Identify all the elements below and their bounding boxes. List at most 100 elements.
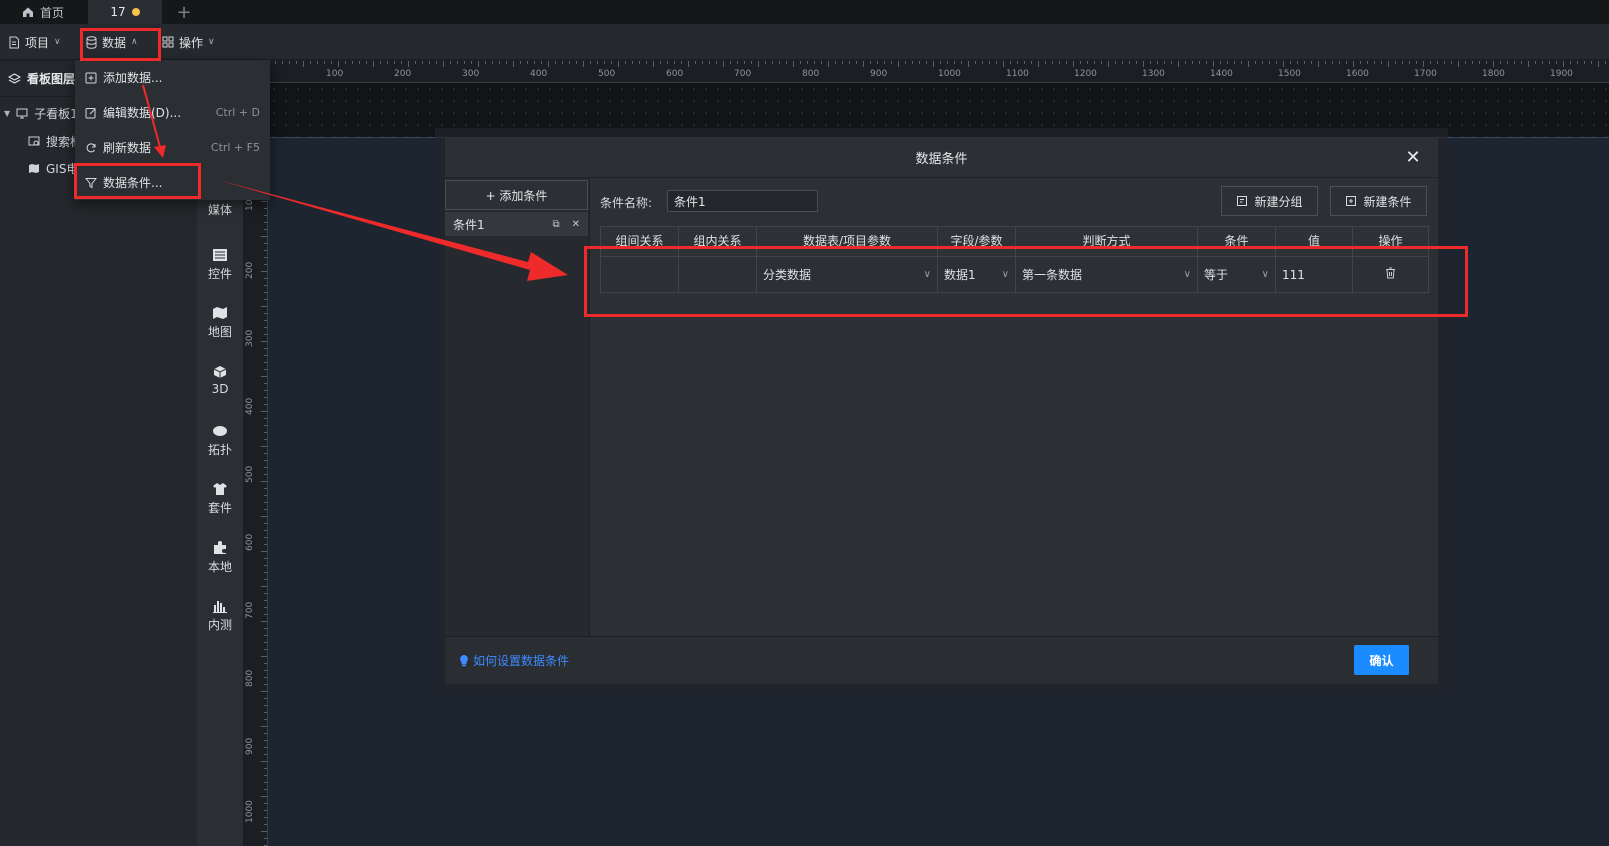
ruler-tick-label: 200	[245, 261, 255, 279]
new-condition-button[interactable]: 新建条件	[1330, 186, 1427, 216]
ruler-tick-mark	[912, 61, 913, 64]
ruler-tick-mark	[264, 362, 267, 363]
ruler-tick-mark	[639, 61, 640, 64]
ruler-tick-label: 1400	[1210, 69, 1233, 79]
menu-item-edit-data[interactable]: 编辑数据(D)... Ctrl + D	[75, 95, 270, 130]
ruler-tick-mark	[264, 698, 267, 699]
ruler-tick-mark	[352, 61, 353, 64]
rail-item-map[interactable]: 地图	[197, 306, 243, 340]
ruler-tick-label: 1100	[1006, 69, 1029, 79]
ruler-tick-label: 400	[530, 69, 548, 79]
ruler-tick-mark	[1192, 61, 1193, 64]
ruler-tick-mark	[264, 215, 267, 216]
ruler-tick-mark	[264, 838, 267, 839]
condition-name-label: 条件名称:	[600, 195, 653, 210]
value-input[interactable]: 111	[1275, 256, 1353, 293]
condition-list-item[interactable]: 条件1 ⧉ ✕	[445, 212, 588, 236]
tab-home[interactable]: 首页	[10, 0, 76, 24]
ruler-tick-mark	[1444, 61, 1445, 64]
ruler-tick-mark	[646, 61, 647, 64]
tree-item-search-box[interactable]: 搜索框	[28, 128, 82, 154]
ruler-tick-mark	[807, 61, 808, 64]
tree-item-sub-board[interactable]: ▼ 子看板1	[4, 100, 78, 126]
ruler-tick-mark	[1213, 61, 1214, 67]
ruler-tick-mark	[926, 61, 927, 64]
ruler-tick-mark	[905, 61, 906, 64]
ruler-tick-mark	[261, 376, 267, 377]
new-group-button[interactable]: 新建分组	[1221, 186, 1318, 216]
ruler-tick-mark	[261, 761, 267, 762]
layers-title: 看板图层	[27, 72, 76, 86]
ruler-tick-mark	[264, 677, 267, 678]
chevron-down-icon: ∨	[1261, 269, 1269, 280]
rail-item-topology[interactable]: 拓扑	[197, 424, 243, 458]
ruler-tick-mark	[264, 824, 267, 825]
inter-group-cell[interactable]	[600, 256, 679, 293]
menu-item-data-conditions[interactable]: 数据条件...	[75, 165, 270, 200]
rail-item-beta[interactable]: 内测	[197, 599, 243, 633]
rail-item-suite[interactable]: 套件	[197, 482, 243, 516]
ruler-tick-mark	[1220, 61, 1221, 64]
menu-data[interactable]: 数据 ∧	[86, 24, 138, 60]
ruler-tick-mark	[1549, 61, 1550, 64]
tab-project-17[interactable]: 17	[88, 0, 162, 24]
ruler-tick-label: 1600	[1346, 69, 1369, 79]
new-condition-label: 新建条件	[1363, 194, 1412, 209]
ruler-tick-mark	[709, 61, 710, 64]
ruler-tick-mark	[1514, 61, 1515, 64]
ruler-tick-mark	[261, 341, 267, 342]
ruler-tick-mark	[310, 61, 311, 64]
ruler-tick-mark	[1031, 61, 1032, 64]
ruler-tick-mark	[264, 299, 267, 300]
ruler-tick-mark	[261, 271, 267, 272]
ruler-tick-mark	[653, 61, 654, 67]
home-icon	[23, 7, 33, 17]
confirm-button[interactable]: 确认	[1354, 645, 1409, 675]
ruler-tick-mark	[814, 61, 815, 64]
ruler-tick-mark	[1360, 61, 1361, 64]
rail-item-media[interactable]: 媒体	[197, 201, 243, 218]
ruler-tick-label: 600	[245, 533, 255, 551]
ruler-tick-mark	[338, 61, 339, 67]
monitor-icon	[16, 108, 28, 118]
copy-icon[interactable]: ⧉	[552, 219, 559, 230]
close-icon[interactable]: ✕	[1402, 146, 1424, 168]
column-header: 条件	[1197, 226, 1276, 257]
intra-group-cell[interactable]	[678, 256, 757, 293]
ruler-tick-mark	[499, 61, 500, 64]
help-link[interactable]: 如何设置数据条件	[459, 652, 569, 669]
ruler-tick-mark	[723, 61, 724, 67]
menu-item-refresh-data[interactable]: 刷新数据 Ctrl + F5	[75, 130, 270, 165]
new-group-icon	[1237, 196, 1248, 206]
ruler-tick-mark	[716, 61, 717, 64]
add-condition-button[interactable]: + 添加条件	[445, 180, 588, 210]
rail-item-3d[interactable]: 3D	[197, 365, 243, 396]
ruler-tick-mark	[387, 61, 388, 64]
ruler-tick-mark	[1234, 61, 1235, 64]
ruler-tick-mark	[264, 208, 267, 209]
menu-project[interactable]: 项目 ∨	[8, 24, 61, 60]
add-tab-button[interactable]: +	[172, 0, 196, 24]
ruler-tick-mark	[1486, 61, 1487, 64]
ruler-tick-mark	[264, 663, 267, 664]
field-select[interactable]: 数据1 ∨	[937, 256, 1016, 293]
ruler-tick-label: 700	[245, 601, 255, 619]
ruler-tick-mark	[1346, 61, 1347, 64]
method-select[interactable]: 第一条数据 ∨	[1015, 256, 1198, 293]
ruler-tick-mark	[527, 61, 528, 64]
rail-item-widgets[interactable]: 控件	[197, 248, 243, 282]
condition-name-input[interactable]	[667, 190, 818, 212]
menu-item-label: 数据条件...	[103, 176, 163, 190]
ruler-tick-label: 1200	[1074, 69, 1097, 79]
menu-item-add-data[interactable]: 添加数据...	[75, 60, 270, 95]
table-select[interactable]: 分类数据 ∨	[756, 256, 938, 293]
menu-operations[interactable]: 操作 ∨	[162, 24, 215, 60]
trash-icon[interactable]	[1385, 267, 1396, 279]
rail-item-local[interactable]: 本地	[197, 541, 243, 575]
ruler-tick-mark	[1262, 61, 1263, 64]
condition-item-label: 条件1	[453, 217, 485, 232]
condition-select[interactable]: 等于 ∨	[1197, 256, 1276, 293]
ruler-tick-mark	[506, 61, 507, 64]
ruler-tick-mark	[264, 740, 267, 741]
close-icon[interactable]: ✕	[572, 219, 580, 230]
